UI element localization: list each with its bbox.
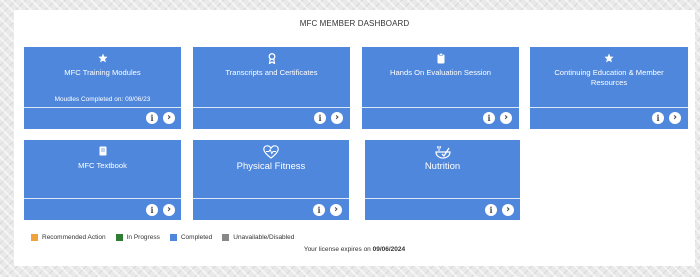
divider: [24, 107, 181, 108]
status-legend: Recommended Action In Progress Completed…: [31, 234, 304, 241]
open-arrow-button[interactable]: ›: [163, 204, 175, 216]
tile-label: Hands On Evaluation Session: [390, 68, 491, 77]
heart-pulse-icon: [193, 144, 349, 160]
info-button[interactable]: i: [483, 112, 495, 124]
award-icon: [193, 52, 350, 64]
tile-label: Nutrition: [424, 161, 461, 172]
tile-physical-fitness[interactable]: Physical Fitness i ›: [193, 140, 349, 220]
legend-label: Recommended Action: [42, 234, 106, 241]
tile-hands-on-evaluation[interactable]: Hands On Evaluation Session i ›: [362, 47, 519, 129]
license-date: 09/06/2024: [372, 246, 406, 253]
info-button[interactable]: i: [146, 112, 158, 124]
legend-label: Unavailable/Disabled: [233, 234, 295, 241]
legend-item-in-progress: In Progress: [115, 234, 160, 241]
tile-label: Physical Fitness: [236, 161, 306, 172]
divider: [193, 198, 349, 199]
info-button[interactable]: i: [314, 112, 326, 124]
license-expiry: Your license expires on 09/06/2024: [14, 246, 695, 253]
divider: [530, 107, 688, 108]
clipboard-icon: [362, 52, 519, 64]
license-prefix: Your license expires on: [303, 246, 371, 253]
legend-swatch: [169, 234, 177, 241]
open-arrow-button[interactable]: ›: [669, 112, 681, 124]
divider: [193, 107, 350, 108]
open-arrow-button[interactable]: ›: [163, 112, 175, 124]
tile-textbook[interactable]: MFC Textbook i ›: [24, 140, 181, 220]
info-button[interactable]: i: [485, 204, 497, 216]
info-button[interactable]: i: [652, 112, 664, 124]
food-bowl-icon: [365, 144, 520, 160]
tile-continuing-education[interactable]: Continuing Education & Member Resources …: [530, 47, 688, 129]
tile-nutrition[interactable]: Nutrition i ›: [365, 140, 520, 220]
star-icon: [530, 52, 688, 64]
completion-date: Moudles Completed on: 09/06/23: [54, 96, 151, 103]
open-arrow-button[interactable]: ›: [500, 112, 512, 124]
book-icon: [24, 145, 181, 157]
tile-label: Transcripts and Certificates: [225, 68, 318, 77]
star-icon: [24, 52, 181, 64]
divider: [362, 107, 519, 108]
info-button[interactable]: i: [146, 204, 158, 216]
legend-item-completed: Completed: [169, 234, 213, 241]
tile-label: MFC Textbook: [78, 161, 127, 170]
divider: [365, 198, 520, 199]
page-title: MFC MEMBER DASHBOARD: [299, 19, 410, 28]
tile-label: Continuing Education & Member Resources: [554, 68, 664, 87]
open-arrow-button[interactable]: ›: [331, 112, 343, 124]
divider: [24, 198, 181, 199]
legend-item-unavailable: Unavailable/Disabled: [222, 234, 294, 241]
open-arrow-button[interactable]: ›: [330, 204, 342, 216]
legend-swatch: [115, 234, 123, 241]
legend-item-recommended: Recommended Action: [31, 234, 106, 241]
tile-label: MFC Training Modules: [64, 68, 141, 77]
tile-training-modules[interactable]: MFC Training Modules Moudles Completed o…: [24, 47, 181, 129]
legend-swatch: [31, 234, 38, 241]
tile-transcripts-certificates[interactable]: Transcripts and Certificates i ›: [193, 47, 350, 129]
dashboard-panel: MFC MEMBER DASHBOARD MFC Training Module…: [14, 10, 695, 266]
legend-label: In Progress: [126, 234, 160, 241]
legend-swatch: [222, 234, 230, 241]
legend-label: Completed: [180, 234, 213, 241]
open-arrow-button[interactable]: ›: [502, 204, 514, 216]
info-button[interactable]: i: [313, 204, 325, 216]
